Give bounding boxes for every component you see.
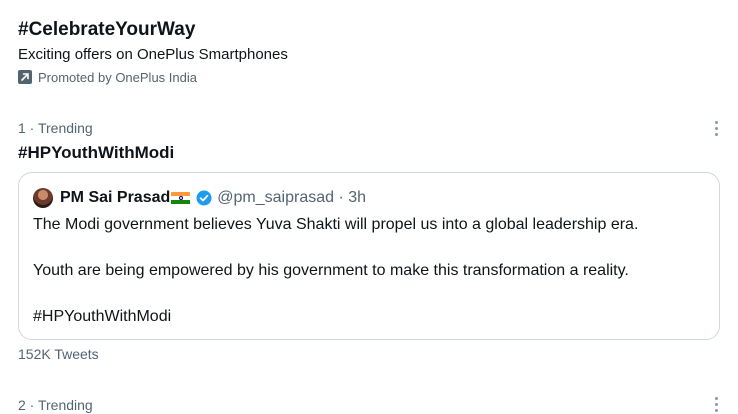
india-flag-icon	[171, 191, 191, 205]
promoted-trend-subtitle: Exciting offers on OnePlus Smartphones	[18, 46, 288, 63]
promoted-by-line: Promoted by OnePlus India	[18, 68, 197, 86]
tweet-paragraph: Youth are being empowered by his governm…	[33, 262, 629, 279]
more-options-icon[interactable]	[706, 394, 726, 414]
promoted-trend-title[interactable]: #CelebrateYourWay	[18, 18, 195, 42]
verified-badge-icon	[196, 190, 212, 206]
promoted-by-label: Promoted by OnePlus India	[38, 69, 197, 85]
tweet-hashtag[interactable]: #HPYouthWithModi	[33, 306, 713, 328]
tweet-count: 152K Tweets	[18, 346, 99, 362]
author-handle-time[interactable]: @pm_saiprasad · 3h	[217, 189, 366, 207]
tweet-header: PM Sai Prasad @pm_saiprasad · 3h	[33, 186, 366, 210]
trend-rank-label: 2 · Trending	[18, 397, 93, 413]
promoted-arrow-icon	[18, 70, 32, 84]
trend-title[interactable]: #HPYouthWithModi	[18, 142, 174, 164]
author-name[interactable]: PM Sai Prasad	[60, 189, 170, 207]
tweet-paragraph: The Modi government believes Yuva Shakti…	[33, 216, 639, 233]
avatar[interactable]	[33, 188, 53, 208]
more-options-icon[interactable]	[706, 118, 726, 138]
trend-rank-label: 1 · Trending	[18, 120, 93, 136]
quoted-tweet-card[interactable]: PM Sai Prasad @pm_saiprasad · 3h The Mod…	[18, 172, 720, 340]
tweet-text: The Modi government believes Yuva Shakti…	[33, 214, 713, 328]
